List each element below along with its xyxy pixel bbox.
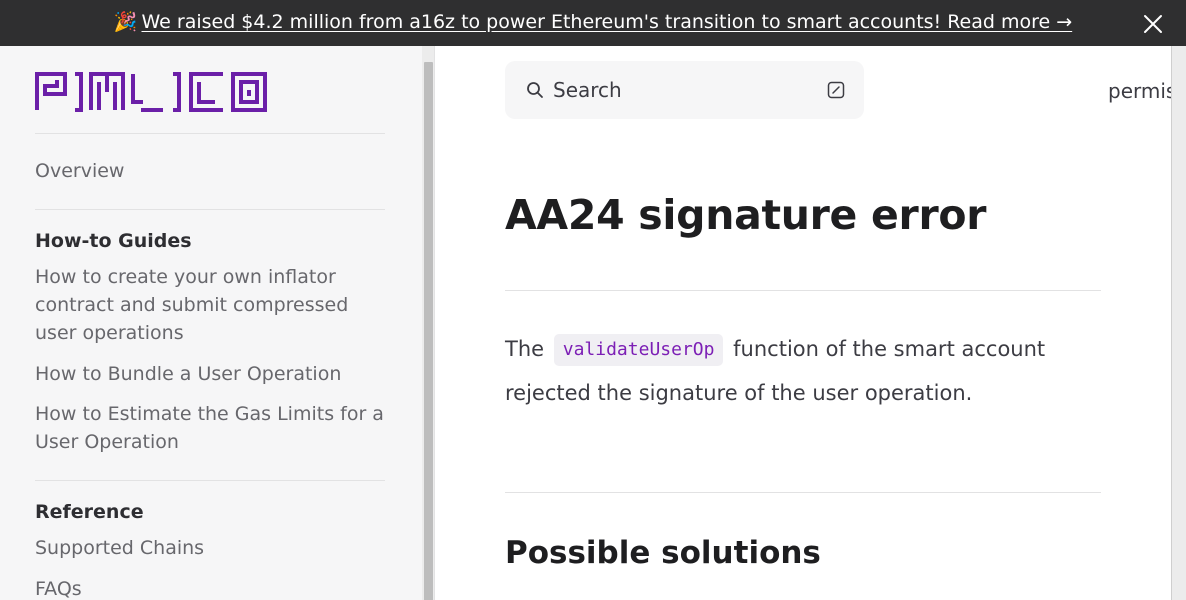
search-button[interactable]: Search [505,61,864,119]
sidebar-divider [35,480,385,481]
sidebar-divider [35,209,385,210]
sidebar-item-faqs[interactable]: FAQs [35,575,395,600]
sidebar: Overview How-to Guides How to create you… [0,46,422,600]
section-heading-possible-solutions: Possible solutions [505,535,821,571]
sidebar-item-supported-chains[interactable]: Supported Chains [35,534,395,562]
content-divider [505,492,1101,493]
inline-code: validateUserOp [553,334,724,366]
announcement-text: 🎉 We raised $4.2 million from a16z to pow… [0,10,1186,34]
party-popper-icon: 🎉 [113,11,138,33]
search-icon [527,82,543,98]
announcement-link[interactable]: We raised $4.2 million from a16z to powe… [141,11,1072,33]
close-icon[interactable] [1140,11,1166,37]
search-placeholder: Search [553,78,622,102]
page-scrollbar[interactable] [1171,46,1186,600]
description-paragraph: The validateUserOp function of the smart… [505,327,1065,415]
announcement-banner: 🎉 We raised $4.2 million from a16z to pow… [0,0,1186,46]
sidebar-scrollbar-thumb[interactable] [424,62,433,600]
sidebar-item-overview[interactable]: Overview [35,157,395,185]
sidebar-item-estimate-gas-guide[interactable]: How to Estimate the Gas Limits for a Use… [35,400,390,456]
keyboard-shortcut-icon [827,81,845,99]
sidebar-item-inflator-guide[interactable]: How to create your own inflator contract… [35,263,390,347]
sidebar-border [434,46,435,600]
top-nav-link[interactable]: permis [1108,78,1176,104]
content-divider [505,290,1101,291]
page-title: AA24 signature error [505,191,987,239]
sidebar-divider [35,133,385,134]
sidebar-scrollbar[interactable] [422,46,434,600]
paragraph-text: The [505,337,545,361]
pimlico-logo[interactable] [35,72,299,112]
sidebar-heading-reference: Reference [35,501,144,523]
sidebar-item-bundle-guide[interactable]: How to Bundle a User Operation [35,360,395,388]
sidebar-heading-how-to-guides: How-to Guides [35,230,192,252]
